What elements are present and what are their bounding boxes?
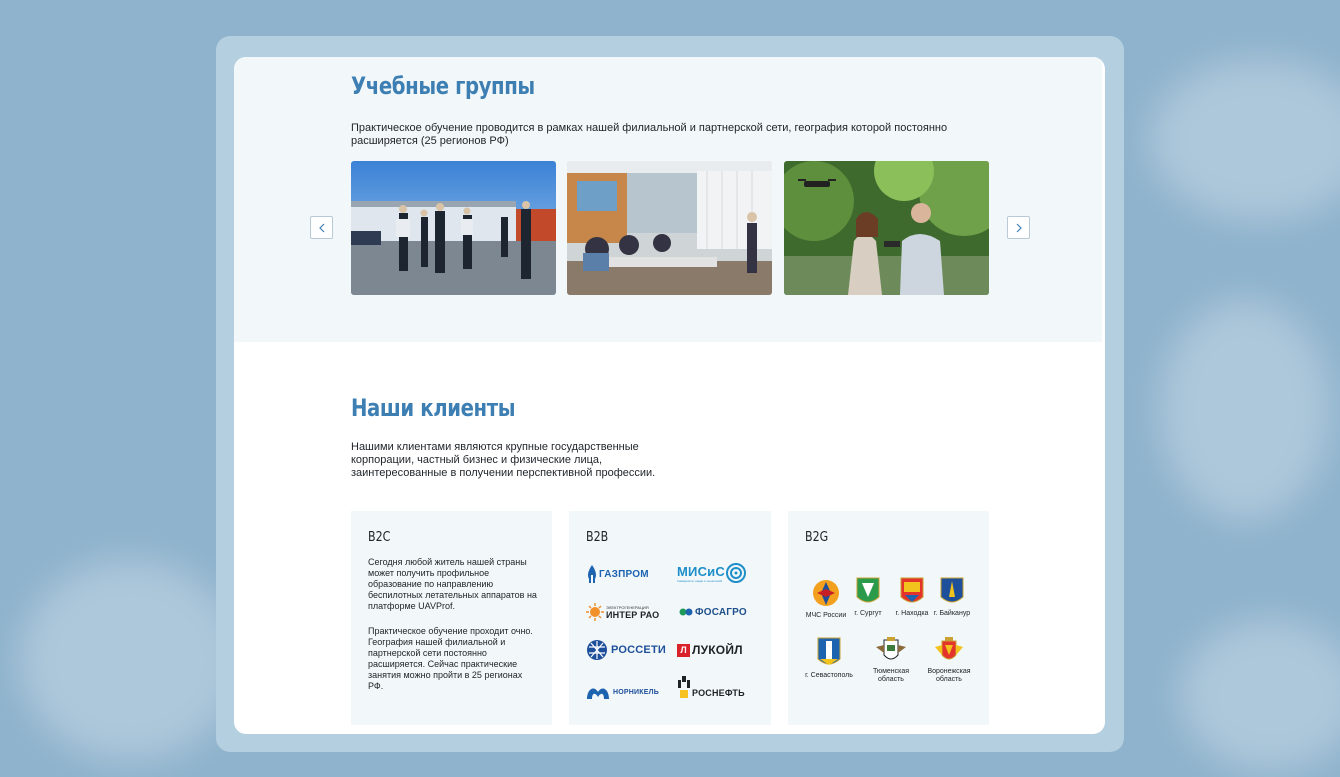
- clients-lead: Нашими клиентами являются крупные госуда…: [351, 441, 656, 479]
- groups-lead: Практическое обучение проводится в рамка…: [351, 122, 948, 147]
- group-photo-drone[interactable]: [784, 161, 989, 295]
- b2b-card: B2B ГАЗПРОМ МИСиС Университет науки и те…: [569, 511, 771, 725]
- chevron-left-icon: [318, 223, 324, 232]
- lukoil-logo-text: ЛУКОЙЛ: [692, 643, 743, 657]
- interrao-sun-icon: [586, 603, 604, 621]
- nakhodka-shield-icon: [900, 577, 924, 603]
- rosneft-logo: РОСНЕФТЬ: [677, 676, 745, 698]
- rosneft-drop-icon: [678, 676, 690, 698]
- fosagro-logo: ФОСАГРО: [679, 606, 747, 618]
- group-photo-outdoor[interactable]: [351, 161, 556, 295]
- surgut-emblem-label: г. Сургут: [854, 610, 882, 617]
- nornickel-logo-text: НОРНИКЕЛЬ: [613, 688, 659, 696]
- fosagro-leaf-icon: [679, 608, 693, 616]
- gazprom-flame-icon: [588, 565, 596, 583]
- tyumen-emblem: Тюменская область: [866, 637, 916, 684]
- nakhodka-emblem-label: г. Находка: [895, 610, 929, 617]
- nornickel-wave-icon: [587, 688, 609, 699]
- nornickel-logo: НОРНИКЕЛЬ: [586, 683, 659, 701]
- tyumen-crest-icon: [876, 637, 906, 660]
- voronezh-emblem-label: Воронежская область: [927, 668, 971, 683]
- carousel-next-button[interactable]: [1007, 216, 1030, 239]
- mchs-emblem-label: МЧС России: [805, 612, 847, 619]
- baikonur-emblem-label: г. Байканур: [933, 610, 971, 617]
- sevastopol-emblem: г. Севастополь: [801, 637, 857, 680]
- b2c-card-text-2: Практическое обучение проходит очно. Гео…: [368, 626, 533, 691]
- b2b-card-title: B2B: [586, 530, 609, 545]
- b2g-card: B2G МЧС России г. Сургут г. Находка г. Б…: [788, 511, 989, 725]
- tyumen-emblem-label: Тюменская область: [872, 668, 910, 683]
- baikonur-shield-icon: [940, 577, 964, 603]
- b2c-card: B2C Сегодня любой житель нашей страны мо…: [351, 511, 552, 725]
- surgut-shield-icon: [856, 577, 880, 603]
- gazprom-logo-text: ГАЗПРОМ: [599, 568, 649, 580]
- interrao-logo: ЭЛЕКТРОГЕНЕРАЦИЯ ИНТЕР РАО: [586, 603, 659, 621]
- mchs-emblem: МЧС России: [803, 577, 849, 620]
- background-cloud: [1160, 300, 1330, 520]
- fosagro-logo-text: ФОСАГРО: [695, 606, 747, 618]
- interrao-logo-text: ИНТЕР РАО: [606, 609, 660, 620]
- voronezh-emblem: Воронежская область: [924, 637, 974, 684]
- voronezh-crest-icon: [935, 637, 963, 660]
- rosseti-logo-text: РОССЕТИ: [611, 644, 666, 656]
- lukoil-logo: Л ЛУКОЙЛ: [677, 643, 743, 657]
- rosseti-logo: РОССЕТИ: [586, 639, 666, 661]
- carousel-prev-button[interactable]: [310, 216, 333, 239]
- nakhodka-emblem: г. Находка: [890, 577, 934, 618]
- surgut-emblem: г. Сургут: [848, 577, 888, 618]
- chevron-right-icon: [1016, 223, 1022, 232]
- group-photo-classroom-image: [567, 161, 772, 295]
- group-photo-drone-image: [784, 161, 989, 295]
- b2c-card-title: B2C: [368, 530, 391, 545]
- b2c-card-text-1: Сегодня любой житель нашей страны может …: [368, 557, 537, 611]
- mchs-emblem-icon: [813, 580, 839, 606]
- content-panel: Учебные группы Практическое обучение про…: [234, 57, 1105, 734]
- misis-logo: МИСиС Университет науки и технологий: [677, 562, 747, 584]
- misis-logo-subtext: Университет науки и технологий: [677, 578, 723, 583]
- rosneft-logo-text: РОСНЕФТЬ: [692, 688, 745, 698]
- group-photo-outdoor-image: [351, 161, 556, 295]
- gazprom-logo: ГАЗПРОМ: [586, 565, 649, 583]
- background-cloud: [1180, 620, 1340, 770]
- baikonur-emblem: г. Байканур: [930, 577, 974, 618]
- clients-title: Наши клиенты: [351, 394, 516, 422]
- misis-swirl-icon: [725, 563, 746, 583]
- group-photo-classroom[interactable]: [567, 161, 772, 295]
- groups-title: Учебные группы: [351, 72, 535, 100]
- background-cloud: [1150, 60, 1340, 220]
- sevastopol-shield-icon: [817, 637, 841, 665]
- b2g-card-title: B2G: [805, 530, 829, 545]
- rosseti-globe-icon: [587, 640, 607, 660]
- lukoil-mark-icon: Л: [677, 643, 690, 657]
- misis-logo-text: МИСиС: [677, 563, 725, 579]
- background-cloud: [20, 560, 240, 760]
- sevastopol-emblem-label: г. Севастополь: [805, 672, 853, 679]
